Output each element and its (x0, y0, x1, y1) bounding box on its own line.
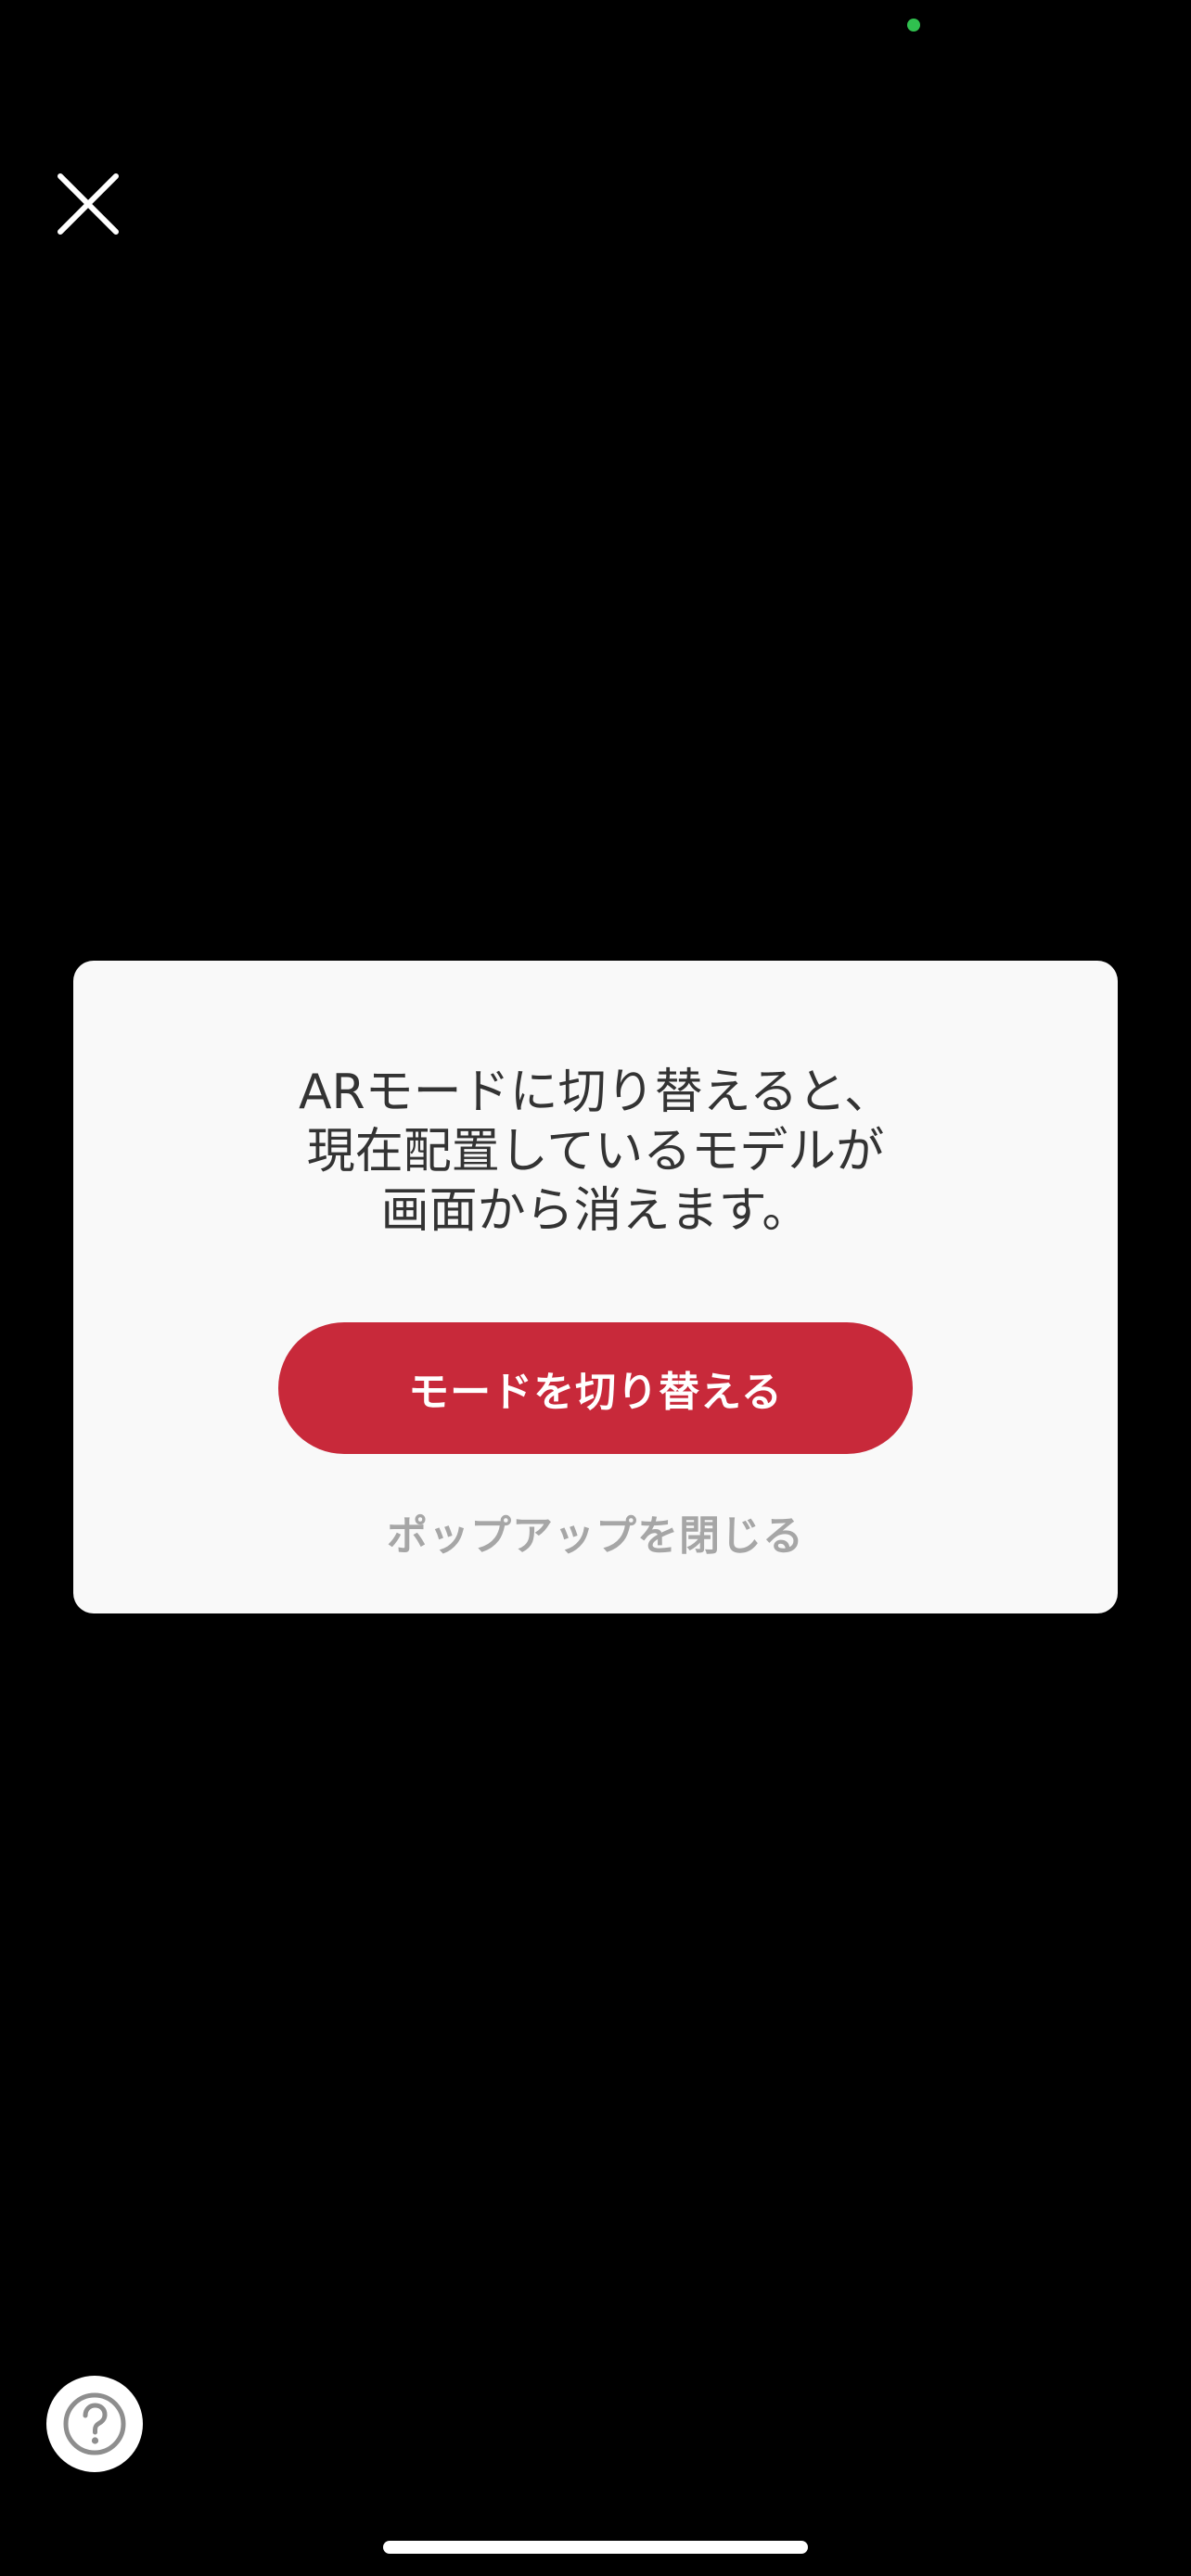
help-button[interactable] (46, 2376, 143, 2472)
camera-in-use-indicator (907, 19, 920, 32)
ar-view-screen: ARモードに切り替えると、 現在配置しているモデルが 画面から消えます。 モード… (0, 0, 1191, 2576)
dialog-message: ARモードに切り替えると、 現在配置しているモデルが 画面から消えます。 (298, 1065, 893, 1239)
home-indicator (383, 2541, 808, 2554)
close-button[interactable] (46, 162, 130, 246)
mode-switch-dialog: ARモードに切り替えると、 現在配置しているモデルが 画面から消えます。 モード… (73, 961, 1118, 1613)
close-popup-link[interactable]: ポップアップを閉じる (73, 1502, 1118, 1562)
switch-mode-button[interactable]: モードを切り替える (278, 1322, 913, 1454)
question-mark-icon (63, 2392, 126, 2455)
close-icon (58, 173, 119, 235)
